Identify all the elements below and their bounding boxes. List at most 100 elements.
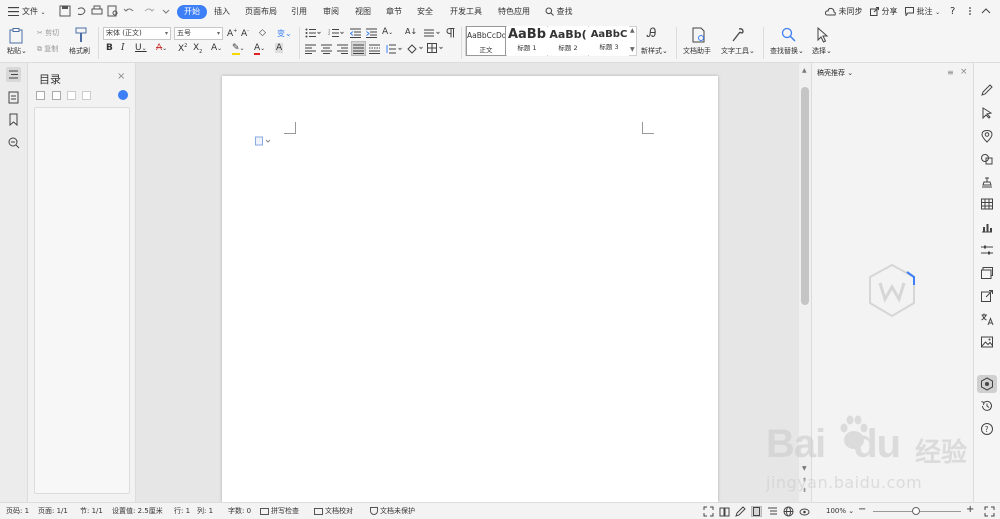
tab-sections[interactable]: 章节: [386, 5, 402, 19]
style-heading-3[interactable]: AaBbC 标题 3: [589, 26, 629, 56]
copy-button[interactable]: ⧉ 复制: [37, 44, 58, 54]
text-tools-icon[interactable]: [731, 27, 745, 43]
more-options-icon[interactable]: [964, 5, 976, 17]
find-nav-icon[interactable]: [6, 135, 21, 150]
right-panel-title[interactable]: 稿壳推荐 ⌄: [817, 68, 853, 78]
tab-insert[interactable]: 插入: [214, 5, 230, 19]
collapse-all-icon[interactable]: [52, 91, 61, 100]
bookmark-nav-icon[interactable]: [6, 112, 21, 127]
move-up-icon[interactable]: [67, 91, 76, 100]
justify-icon[interactable]: [351, 41, 366, 56]
stamp-icon[interactable]: [980, 175, 994, 189]
doc-protect-button[interactable]: 文档未保护: [370, 506, 415, 517]
font-size-select[interactable]: 五号 ▾: [174, 27, 223, 40]
status-page-count[interactable]: 页面: 1/1: [38, 506, 68, 517]
adjust-sliders-icon[interactable]: [980, 243, 994, 257]
style-normal[interactable]: AaBbCcDd 正文: [466, 26, 506, 56]
doc-assistant-button[interactable]: 文档助手: [683, 46, 711, 56]
fit-window-icon[interactable]: [984, 506, 995, 517]
undo-icon[interactable]: [123, 5, 135, 17]
clear-format-icon[interactable]: ◇: [259, 28, 266, 38]
location-pin-icon[interactable]: [980, 129, 994, 143]
tab-view[interactable]: 视图: [355, 5, 371, 19]
document-page[interactable]: [222, 76, 718, 502]
redo-icon[interactable]: [143, 5, 155, 17]
distribute-icon[interactable]: [369, 44, 380, 54]
tab-review[interactable]: 审阅: [323, 5, 339, 19]
strikethrough-icon[interactable]: A⌄: [156, 43, 167, 53]
zoom-slider-thumb[interactable]: [912, 507, 920, 515]
italic-icon[interactable]: I: [121, 43, 125, 53]
bold-icon[interactable]: B: [106, 43, 113, 53]
zoom-out-icon[interactable]: −: [858, 504, 866, 515]
find-replace-icon[interactable]: [781, 27, 796, 42]
undo-history-icon[interactable]: [75, 5, 87, 17]
underline-icon[interactable]: U⌄: [135, 43, 147, 53]
styles-more-icon[interactable]: ▼: [630, 46, 635, 53]
style-heading-2[interactable]: AaBb( 标题 2: [548, 26, 588, 56]
status-word-count[interactable]: 字数: 0: [228, 506, 251, 517]
eye-protection-icon[interactable]: [799, 506, 810, 517]
select-button[interactable]: 选择⌄: [812, 46, 832, 56]
borders-icon[interactable]: [427, 43, 443, 54]
increase-indent-icon[interactable]: [366, 28, 377, 38]
cut-button[interactable]: ✂ 剪切: [37, 28, 59, 38]
tab-references[interactable]: 引用: [291, 5, 307, 19]
show-marks-icon[interactable]: [445, 28, 456, 38]
save-icon[interactable]: [59, 5, 71, 17]
grow-font-icon[interactable]: A+: [227, 28, 237, 39]
zoom-level[interactable]: 100% ⌄: [826, 506, 854, 517]
toc-nav-icon[interactable]: [6, 67, 21, 82]
align-left-icon[interactable]: [305, 44, 316, 54]
paragraph-spacing-icon[interactable]: [386, 44, 402, 54]
cursor-icon[interactable]: [980, 106, 994, 120]
doc-proof-button[interactable]: 文档校对: [314, 506, 353, 517]
sort-icon[interactable]: A↓: [405, 27, 417, 36]
table-grid-icon[interactable]: [980, 197, 994, 211]
font-color-icon[interactable]: A⌄: [254, 43, 265, 55]
pen-mode-icon[interactable]: [735, 506, 746, 517]
file-menu[interactable]: 文件 ⌄: [22, 5, 46, 19]
paste-options-icon[interactable]: [255, 136, 271, 146]
translate-icon[interactable]: [980, 312, 994, 326]
spell-check-button[interactable]: 拼写检查: [260, 506, 299, 517]
tab-security[interactable]: 安全: [417, 5, 433, 19]
page-view-icon[interactable]: [751, 506, 762, 517]
tab-special[interactable]: 特色应用: [498, 5, 530, 19]
status-section[interactable]: 节: 1/1: [80, 506, 103, 517]
new-style-button[interactable]: 新样式⌄: [641, 46, 668, 56]
reading-mode-icon[interactable]: [719, 506, 730, 517]
close-icon[interactable]: ×: [960, 67, 968, 77]
toc-list[interactable]: [34, 107, 130, 494]
highlight-icon[interactable]: ✎⌄: [232, 43, 245, 55]
panel-menu-icon[interactable]: ≡: [947, 68, 954, 77]
text-effect-icon[interactable]: A⌄: [211, 43, 222, 53]
scroll-up-arrow-icon[interactable]: ▲: [802, 67, 807, 74]
change-case-icon[interactable]: A⌄: [382, 27, 393, 37]
decrease-indent-icon[interactable]: [350, 28, 361, 38]
sync-status[interactable]: 未同步: [825, 5, 863, 19]
new-style-icon[interactable]: Ꭿ: [647, 26, 656, 41]
customize-qa-icon[interactable]: [160, 5, 172, 17]
shading-icon[interactable]: [407, 43, 423, 54]
tab-home[interactable]: 开始: [177, 5, 207, 19]
image-gallery-icon[interactable]: [980, 266, 994, 280]
share-button[interactable]: 分享: [870, 5, 898, 19]
print-icon[interactable]: [91, 5, 103, 17]
close-icon[interactable]: ×: [117, 71, 125, 82]
search-command[interactable]: 查找: [545, 5, 573, 19]
picture-icon[interactable]: [980, 335, 994, 349]
paste-button[interactable]: 粘贴⌄: [7, 46, 27, 56]
format-painter-icon[interactable]: [74, 27, 88, 43]
scrollbar-thumb[interactable]: [801, 87, 809, 305]
text-tools-button[interactable]: 文字工具⌄: [721, 46, 755, 56]
edit-pen-icon[interactable]: [980, 83, 994, 97]
bullet-list-icon[interactable]: [305, 28, 321, 38]
web-view-icon[interactable]: [783, 506, 794, 517]
bar-chart-icon[interactable]: [980, 220, 994, 234]
format-painter-button[interactable]: 格式刷: [69, 46, 90, 56]
tab-developer[interactable]: 开发工具: [450, 5, 482, 19]
styles-scroll-up-icon[interactable]: ▲: [630, 27, 635, 34]
zoom-in-icon[interactable]: +: [966, 504, 974, 515]
fullscreen-icon[interactable]: [703, 506, 714, 517]
